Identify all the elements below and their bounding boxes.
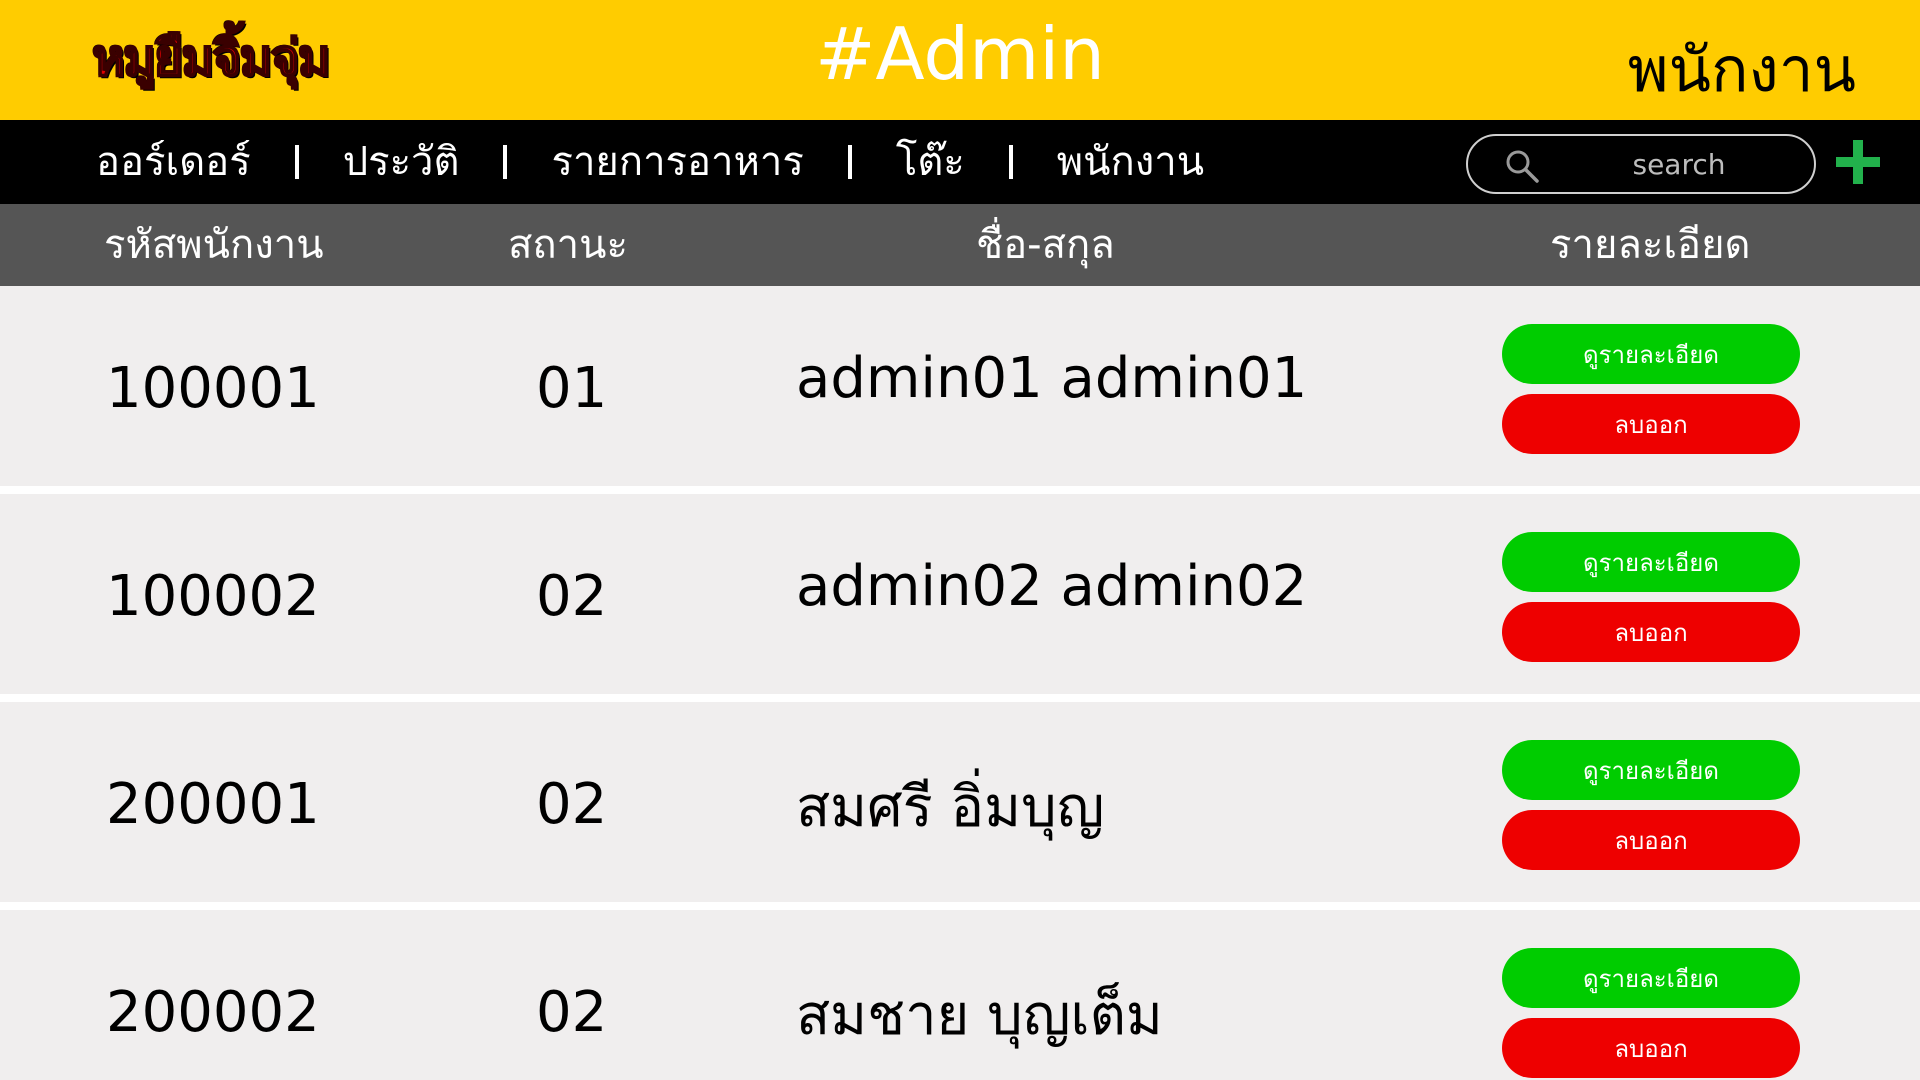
page-title: พนักงาน (1627, 33, 1856, 106)
view-details-button[interactable]: ดูรายละเอียด (1502, 532, 1800, 592)
search-input[interactable] (1564, 144, 1794, 184)
delete-button[interactable]: ลบออก (1502, 810, 1800, 870)
employee-status: 01 (536, 356, 608, 421)
nav-divider (294, 145, 299, 179)
view-details-button[interactable]: ดูรายละเอียด (1502, 948, 1800, 1008)
table-header: รหัสพนักงาน สถานะ ชื่อ-สกุล รายละเอียด (0, 204, 1920, 286)
row-divider (0, 902, 1920, 910)
row-divider (0, 486, 1920, 494)
nav-item-tables[interactable]: โต๊ะ (896, 120, 965, 204)
nav-bar: ออร์เดอร์ ประวัติ รายการอาหาร โต๊ะ พนักง… (0, 120, 1920, 204)
nav-item-history[interactable]: ประวัติ (343, 120, 460, 204)
add-employee-button[interactable] (1836, 140, 1880, 184)
table-row: 200002 02 สมชาย บุญเต็ม ดูรายละเอียด ลบอ… (0, 910, 1920, 1080)
column-header-id: รหัสพนักงาน (104, 222, 324, 268)
search-box[interactable] (1466, 134, 1816, 194)
employee-name: admin02 admin02 (796, 554, 1308, 619)
employee-id: 100002 (106, 564, 320, 629)
search-icon (1506, 150, 1539, 183)
nav-divider (1008, 145, 1013, 179)
employee-status: 02 (536, 564, 608, 629)
column-header-status: สถานะ (508, 222, 628, 268)
employee-status: 02 (536, 772, 608, 837)
column-header-name: ชื่อ-สกุล (976, 222, 1115, 268)
view-details-button[interactable]: ดูรายละเอียด (1502, 324, 1800, 384)
delete-button[interactable]: ลบออก (1502, 1018, 1800, 1078)
nav-item-employees[interactable]: พนักงาน (1057, 120, 1204, 204)
table-row: 100001 01 admin01 admin01 ดูรายละเอียด ล… (0, 286, 1920, 486)
row-divider (0, 694, 1920, 702)
table-row: 100002 02 admin02 admin02 ดูรายละเอียด ล… (0, 494, 1920, 694)
top-header: หมูยืมจิ้มจุ่ม #Admin พนักงาน (0, 0, 1920, 120)
employee-id: 200001 (106, 772, 320, 837)
nav-item-orders[interactable]: ออร์เดอร์ (96, 120, 251, 204)
delete-button[interactable]: ลบออก (1502, 602, 1800, 662)
nav-divider (503, 145, 508, 179)
employee-name: admin01 admin01 (796, 346, 1308, 411)
nav-divider (847, 145, 852, 179)
employee-id: 200002 (106, 980, 320, 1045)
employee-name: สมชาย บุญเต็ม (796, 983, 1163, 1048)
view-details-button[interactable]: ดูรายละเอียด (1502, 740, 1800, 800)
employee-status: 02 (536, 980, 608, 1045)
delete-button[interactable]: ลบออก (1502, 394, 1800, 454)
nav-item-menu[interactable]: รายการอาหาร (551, 120, 803, 204)
nav-menu: ออร์เดอร์ ประวัติ รายการอาหาร โต๊ะ พนักง… (96, 120, 1204, 204)
table-row: 200001 02 สมศรี อิ่มบุญ ดูรายละเอียด ลบอ… (0, 702, 1920, 902)
employee-name: สมศรี อิ่มบุญ (796, 775, 1105, 840)
plus-icon-stroke (1853, 140, 1863, 184)
column-header-details: รายละเอียด (1550, 222, 1751, 268)
employee-id: 100001 (106, 356, 320, 421)
